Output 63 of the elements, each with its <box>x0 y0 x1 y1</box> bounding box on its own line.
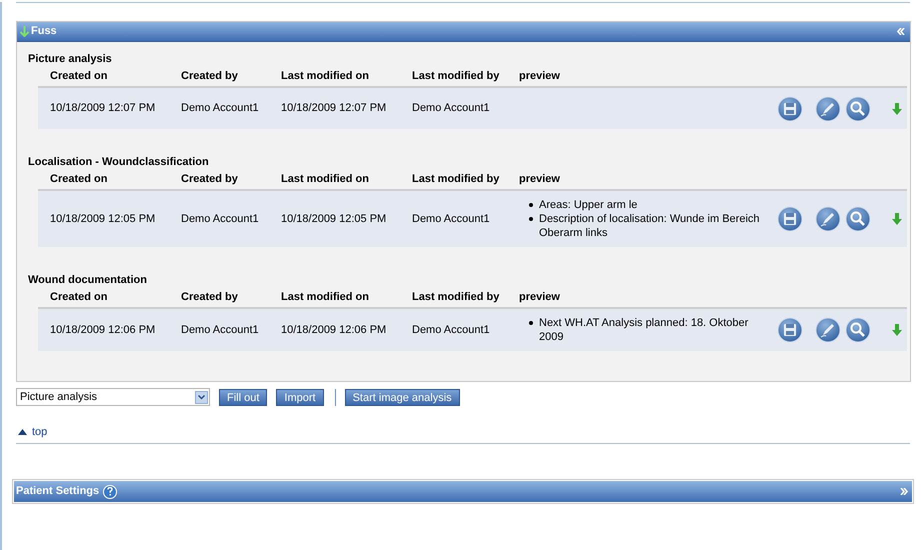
expand-icon[interactable] <box>900 488 908 495</box>
table-cell: Demo Account1 <box>412 102 490 114</box>
search-icon[interactable] <box>845 96 871 122</box>
search-icon[interactable] <box>845 317 871 343</box>
panel-title: Patient Settings <box>16 484 100 500</box>
table-cell: Demo Account1 <box>412 324 490 336</box>
form-button[interactable]: Import <box>276 388 324 406</box>
column-header: Last modified on <box>281 290 369 303</box>
column-header: Created by <box>181 290 238 303</box>
bullet-icon <box>529 321 533 325</box>
preview-text: Areas: Upper arm le <box>539 198 638 212</box>
settings-panel-header[interactable]: Patient Settings <box>14 481 912 502</box>
column-header: Created on <box>50 290 108 303</box>
table-cell: 10/18/2009 12:07 PM <box>281 102 386 114</box>
column-header: Created by <box>181 70 238 82</box>
column-header: Created on <box>50 70 108 82</box>
column-header: Created on <box>50 172 108 185</box>
section-title: Localisation - Woundclassification <box>28 155 210 169</box>
table-cell: Demo Account1 <box>181 324 259 336</box>
save-icon[interactable] <box>777 317 803 343</box>
column-header: Last modified by <box>412 172 500 185</box>
top-link[interactable]: top <box>32 424 48 440</box>
dropdown-icon[interactable] <box>195 390 208 404</box>
collapse-icon[interactable] <box>897 28 905 35</box>
arrow-down-icon <box>20 26 29 37</box>
table-cell: 10/18/2009 12:05 PM <box>281 212 386 225</box>
column-header: Created by <box>181 172 238 185</box>
bullet-icon <box>529 203 533 207</box>
save-icon[interactable] <box>777 206 803 232</box>
help-icon[interactable] <box>103 484 118 498</box>
panel-header[interactable]: Fuss <box>17 22 910 42</box>
arrow-down-icon[interactable] <box>892 102 902 114</box>
preview-text: Next WH.AT Analysis planned: 18. Oktober 2009 <box>539 316 750 344</box>
column-header: Last modified on <box>281 172 369 185</box>
table-cell: 10/18/2009 12:06 PM <box>281 324 386 336</box>
table-cell: 10/18/2009 12:06 PM <box>50 324 156 336</box>
table-cell: 10/18/2009 12:05 PM <box>50 212 156 225</box>
column-header: Last modified by <box>412 70 500 82</box>
table-cell: Demo Account1 <box>181 102 259 114</box>
bullet-icon <box>529 217 533 221</box>
table-cell: Demo Account1 <box>412 212 490 225</box>
arrow-down-icon[interactable] <box>892 213 902 225</box>
column-header: preview <box>519 290 560 303</box>
panel-title: Fuss <box>31 24 57 40</box>
section-title: Wound documentation <box>28 273 148 287</box>
form-select[interactable]: Picture analysis <box>16 388 210 406</box>
arrow-down-icon[interactable] <box>892 324 902 336</box>
edit-icon[interactable] <box>815 317 841 343</box>
column-header: Last modified by <box>412 290 500 303</box>
save-icon[interactable] <box>777 96 803 122</box>
arrow-up-icon[interactable] <box>18 429 27 435</box>
edit-icon[interactable] <box>815 96 841 122</box>
column-header: Last modified on <box>281 70 369 82</box>
table-cell: Demo Account1 <box>181 212 259 225</box>
column-header: preview <box>519 70 560 82</box>
edit-icon[interactable] <box>815 206 841 232</box>
preview-text: Description of localisation: Wunde im Bereich Oberarm links <box>539 212 761 240</box>
search-icon[interactable] <box>845 206 871 232</box>
table-cell: 10/18/2009 12:07 PM <box>50 102 156 114</box>
section-title: Picture analysis <box>28 52 113 66</box>
start-analysis-button[interactable]: Start image analysis <box>344 388 460 406</box>
form-button[interactable]: Fill out <box>219 388 268 406</box>
column-header: preview <box>519 172 560 185</box>
